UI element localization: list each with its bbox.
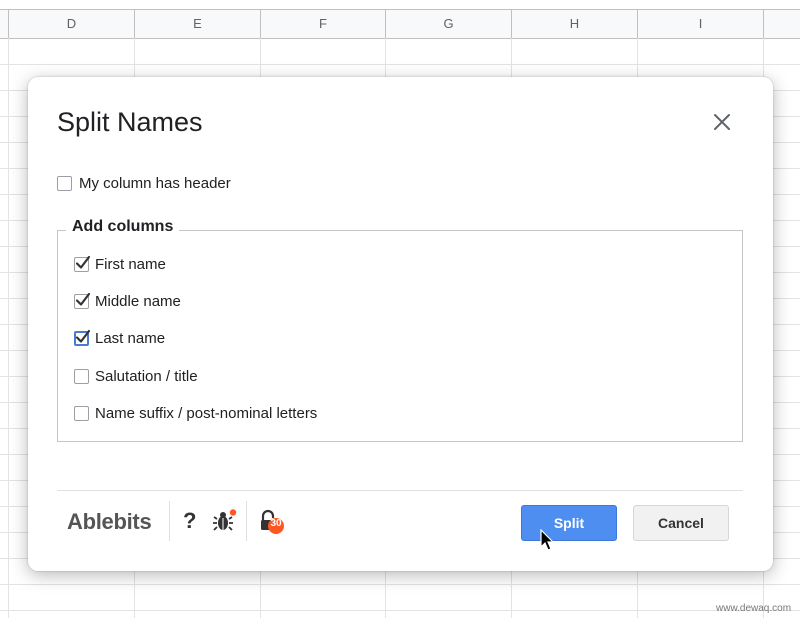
column-header-h[interactable]: H (511, 10, 637, 38)
column-header-f[interactable]: F (260, 10, 385, 38)
first-name-label[interactable]: First name (95, 256, 166, 273)
first-name-checkbox[interactable] (74, 255, 91, 272)
grid-line (8, 38, 9, 618)
footer-separator (169, 501, 170, 541)
name-suffix-label[interactable]: Name suffix / post-nominal letters (95, 405, 317, 422)
footer-divider (57, 490, 743, 491)
last-name-label[interactable]: Last name (95, 330, 165, 347)
salutation-checkbox[interactable] (74, 369, 89, 384)
close-button[interactable] (709, 109, 735, 135)
checkmark-icon (75, 255, 91, 269)
column-header-g[interactable]: G (385, 10, 511, 38)
last-name-checkbox[interactable] (74, 329, 91, 346)
checkmark-icon (75, 329, 91, 343)
column-header-d[interactable]: D (8, 10, 134, 38)
help-icon[interactable]: ? (183, 508, 196, 534)
split-button[interactable]: Split (521, 505, 617, 541)
column-header-e[interactable]: E (134, 10, 260, 38)
column-header-row: D E F G H I (0, 9, 800, 39)
middle-name-label[interactable]: Middle name (95, 293, 181, 310)
mouse-pointer-icon (540, 528, 556, 558)
middle-name-checkbox[interactable] (74, 292, 91, 309)
watermark: www.dewaq.com (716, 603, 792, 614)
column-header-next[interactable] (763, 10, 800, 38)
split-names-dialog: Split Names My column has header Add col… (28, 77, 773, 571)
add-columns-legend: Add columns (66, 218, 180, 236)
column-header-i[interactable]: I (637, 10, 763, 38)
grid-line (0, 610, 800, 611)
name-suffix-checkbox[interactable] (74, 406, 89, 421)
cancel-button[interactable]: Cancel (633, 505, 729, 541)
header-checkbox[interactable] (57, 176, 72, 191)
bug-report-button[interactable] (213, 509, 239, 538)
close-icon (714, 114, 730, 130)
grid-line (0, 584, 800, 585)
dialog-title: Split Names (57, 107, 203, 137)
trial-days-badge: 30 (270, 518, 282, 529)
header-checkbox-label[interactable]: My column has header (79, 175, 231, 192)
footer-separator (246, 501, 247, 541)
grid-line (0, 64, 800, 65)
ablebits-logo[interactable]: Ablebits (67, 509, 152, 535)
bug-icon (213, 509, 237, 531)
checkmark-icon (75, 292, 91, 306)
salutation-label[interactable]: Salutation / title (95, 368, 198, 385)
